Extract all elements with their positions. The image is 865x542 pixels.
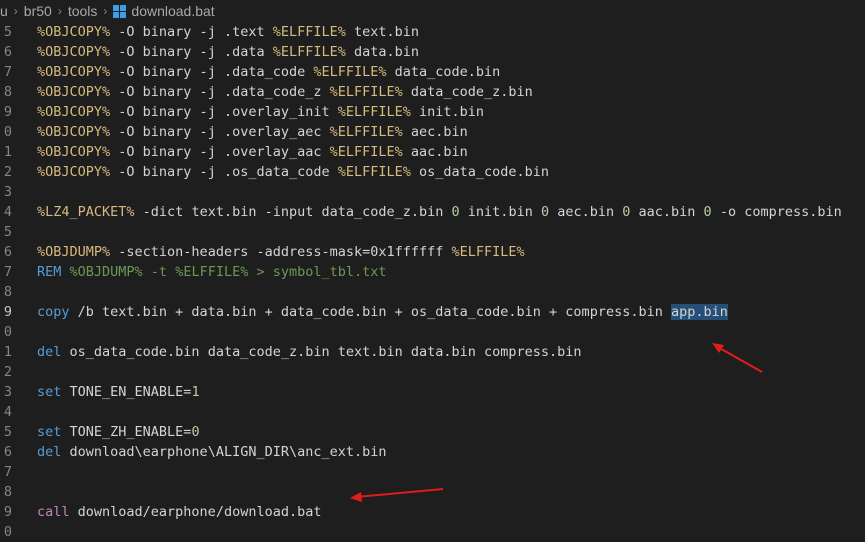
annotation-arrows	[350, 343, 763, 502]
red-arrow-icon	[712, 343, 763, 373]
red-arrow-icon	[350, 488, 444, 502]
